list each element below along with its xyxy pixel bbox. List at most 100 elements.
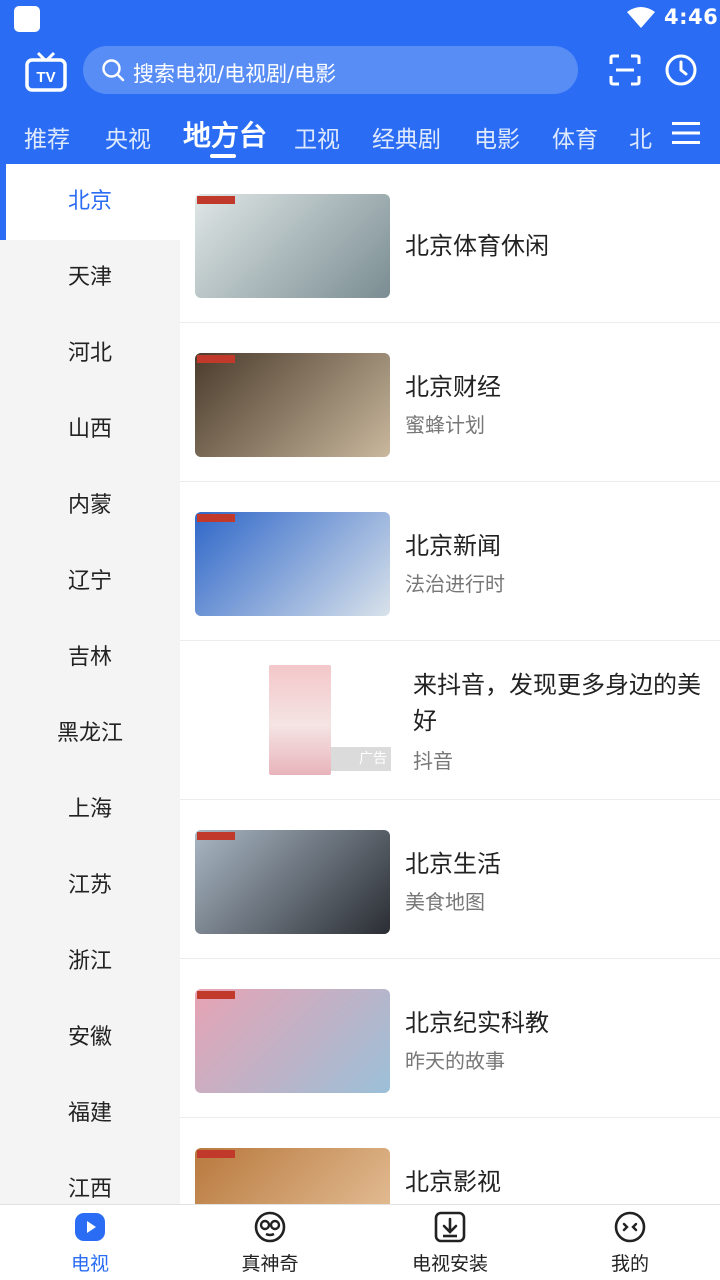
channel-title: 北京生活 <box>405 850 501 878</box>
sidebar-item-label: 辽宁 <box>67 569 112 594</box>
sidebar-item-tianjin[interactable]: 天津 <box>0 240 180 316</box>
channel-title: 北京财经 <box>405 373 501 401</box>
app-root: 4:46 TV 搜索电视/电视剧/电影 推荐 央视 地方台 卫视 经典剧 电影 … <box>0 0 720 1280</box>
brtv-badge <box>197 355 235 363</box>
brtv-badge <box>197 196 235 204</box>
channel-row-beijing-life[interactable]: 北京生活 美食地图 <box>180 800 720 959</box>
brtv-badge <box>197 832 235 840</box>
channel-thumbnail <box>195 830 390 934</box>
download-icon <box>434 1211 466 1243</box>
sidebar-item-neimeng[interactable]: 内蒙 <box>0 468 180 544</box>
category-tabs: 推荐 央视 地方台 卫视 经典剧 电影 体育 北 <box>0 110 660 160</box>
notification-app-icon <box>14 6 40 32</box>
channel-row-beijing-film[interactable]: 北京影视 <box>180 1118 720 1204</box>
tab-movie[interactable]: 电影 <box>474 120 520 154</box>
ad-thumbnail <box>269 665 331 775</box>
tv-logo-icon[interactable]: TV <box>24 50 68 94</box>
sidebar-item-zhejiang[interactable]: 浙江 <box>0 924 180 1000</box>
nav-mine[interactable]: 我的 <box>540 1205 720 1280</box>
tab-active-indicator <box>210 154 236 158</box>
sidebar-item-shanghai[interactable]: 上海 <box>0 772 180 848</box>
channel-row-beijing-documentary[interactable]: 北京纪实科教 昨天的故事 <box>180 959 720 1118</box>
channel-program: 昨天的故事 <box>405 1049 505 1073</box>
sidebar-item-jiangsu[interactable]: 江苏 <box>0 848 180 924</box>
svg-text:TV: TV <box>36 69 55 86</box>
brtv-badge <box>197 514 235 522</box>
header: 4:46 TV 搜索电视/电视剧/电影 推荐 央视 地方台 卫视 经典剧 电影 … <box>0 0 720 164</box>
face-icon <box>254 1211 286 1243</box>
status-bar: 4:46 <box>0 0 720 36</box>
sidebar-item-beijing[interactable]: 北京 <box>0 164 180 240</box>
nav-label: 真神奇 <box>241 1253 299 1275</box>
channel-title: 北京体育休闲 <box>405 232 549 260</box>
clock-icon[interactable] <box>664 53 698 87</box>
channel-thumbnail <box>195 989 390 1093</box>
ad-badge: 广告 <box>331 747 391 771</box>
nav-amazing[interactable]: 真神奇 <box>180 1205 360 1280</box>
province-sidebar: 北京 天津 河北 山西 内蒙 辽宁 吉林 黑龙江 上海 江苏 浙江 安徽 福建 … <box>0 164 180 1204</box>
brtv-badge <box>197 991 235 999</box>
tab-sports[interactable]: 体育 <box>552 120 598 154</box>
sidebar-item-label: 福建 <box>67 1101 112 1126</box>
sidebar-item-label: 河北 <box>67 341 112 366</box>
channel-program: 法治进行时 <box>405 572 505 596</box>
nav-label: 电视 <box>70 1253 109 1275</box>
search-bar[interactable]: 搜索电视/电视剧/电影 <box>83 46 578 94</box>
channel-row-beijing-finance[interactable]: 北京财经 蜜蜂计划 <box>180 323 720 482</box>
channel-thumbnail <box>195 353 390 457</box>
scan-icon[interactable] <box>608 53 642 87</box>
status-time: 4:46 <box>664 5 719 29</box>
channel-thumbnail <box>195 512 390 616</box>
search-placeholder: 搜索电视/电视剧/电影 <box>133 62 337 86</box>
tv-play-icon <box>75 1213 105 1241</box>
channel-program: 蜜蜂计划 <box>405 413 485 437</box>
channel-row-beijing-news[interactable]: 北京新闻 法治进行时 <box>180 482 720 641</box>
sidebar-item-label: 浙江 <box>67 949 112 974</box>
sidebar-item-label: 天津 <box>67 265 112 290</box>
bottom-nav: 电视 真神奇 电视安装 我的 <box>0 1204 720 1280</box>
sidebar-item-shanxi[interactable]: 山西 <box>0 392 180 468</box>
tab-local[interactable]: 地方台 <box>183 114 267 154</box>
channel-title: 北京影视 <box>405 1168 501 1196</box>
sidebar-item-hebei[interactable]: 河北 <box>0 316 180 392</box>
channel-thumbnail <box>195 1148 390 1204</box>
sidebar-item-label: 内蒙 <box>67 493 112 518</box>
sidebar-item-label: 山西 <box>67 417 112 442</box>
channel-row-beijing-sports[interactable]: 北京体育休闲 <box>180 164 720 323</box>
tab-recommend[interactable]: 推荐 <box>24 120 70 154</box>
sidebar-item-liaoning[interactable]: 辽宁 <box>0 544 180 620</box>
channel-title: 北京新闻 <box>405 532 501 560</box>
search-icon <box>102 59 125 82</box>
nav-tv-install[interactable]: 电视安装 <box>360 1205 540 1280</box>
sidebar-active-indicator <box>0 164 6 240</box>
tab-classic-drama[interactable]: 经典剧 <box>372 120 441 154</box>
sidebar-item-label: 上海 <box>67 797 112 822</box>
sidebar-item-label: 北京 <box>67 189 112 214</box>
sidebar-item-fujian[interactable]: 福建 <box>0 1076 180 1152</box>
brtv-badge <box>197 1150 235 1158</box>
channel-title: 北京纪实科教 <box>405 1009 549 1037</box>
nav-tv[interactable]: 电视 <box>0 1205 180 1280</box>
nav-label: 我的 <box>610 1253 649 1275</box>
tab-more-cut[interactable]: 北 <box>629 120 652 154</box>
sidebar-item-label: 江苏 <box>67 873 112 898</box>
tab-cctv[interactable]: 央视 <box>105 120 151 154</box>
ad-source: 抖音 <box>413 749 453 773</box>
nav-label: 电视安装 <box>411 1253 488 1275</box>
sidebar-item-label: 安徽 <box>67 1025 112 1050</box>
channel-program: 美食地图 <box>405 890 485 914</box>
sidebar-item-heilongjiang[interactable]: 黑龙江 <box>0 696 180 772</box>
sidebar-item-label: 黑龙江 <box>56 721 123 746</box>
channel-thumbnail <box>195 194 390 298</box>
wifi-icon <box>627 7 655 28</box>
ad-row[interactable]: 广告 来抖音，发现更多身边的美好 抖音 <box>180 641 720 800</box>
sidebar-item-jilin[interactable]: 吉林 <box>0 620 180 696</box>
menu-icon[interactable] <box>672 121 700 145</box>
ad-title: 来抖音，发现更多身边的美好 <box>413 671 701 735</box>
sidebar-item-label: 吉林 <box>67 645 112 670</box>
sidebar-item-label: 江西 <box>67 1177 112 1202</box>
sidebar-item-anhui[interactable]: 安徽 <box>0 1000 180 1076</box>
sidebar-item-jiangxi[interactable]: 江西 <box>0 1152 180 1204</box>
tab-satellite[interactable]: 卫视 <box>294 120 340 154</box>
channel-list: 北京体育休闲 北京财经 蜜蜂计划 北京新闻 法治进行时 广告 来抖音，发现更多身… <box>180 164 720 1204</box>
